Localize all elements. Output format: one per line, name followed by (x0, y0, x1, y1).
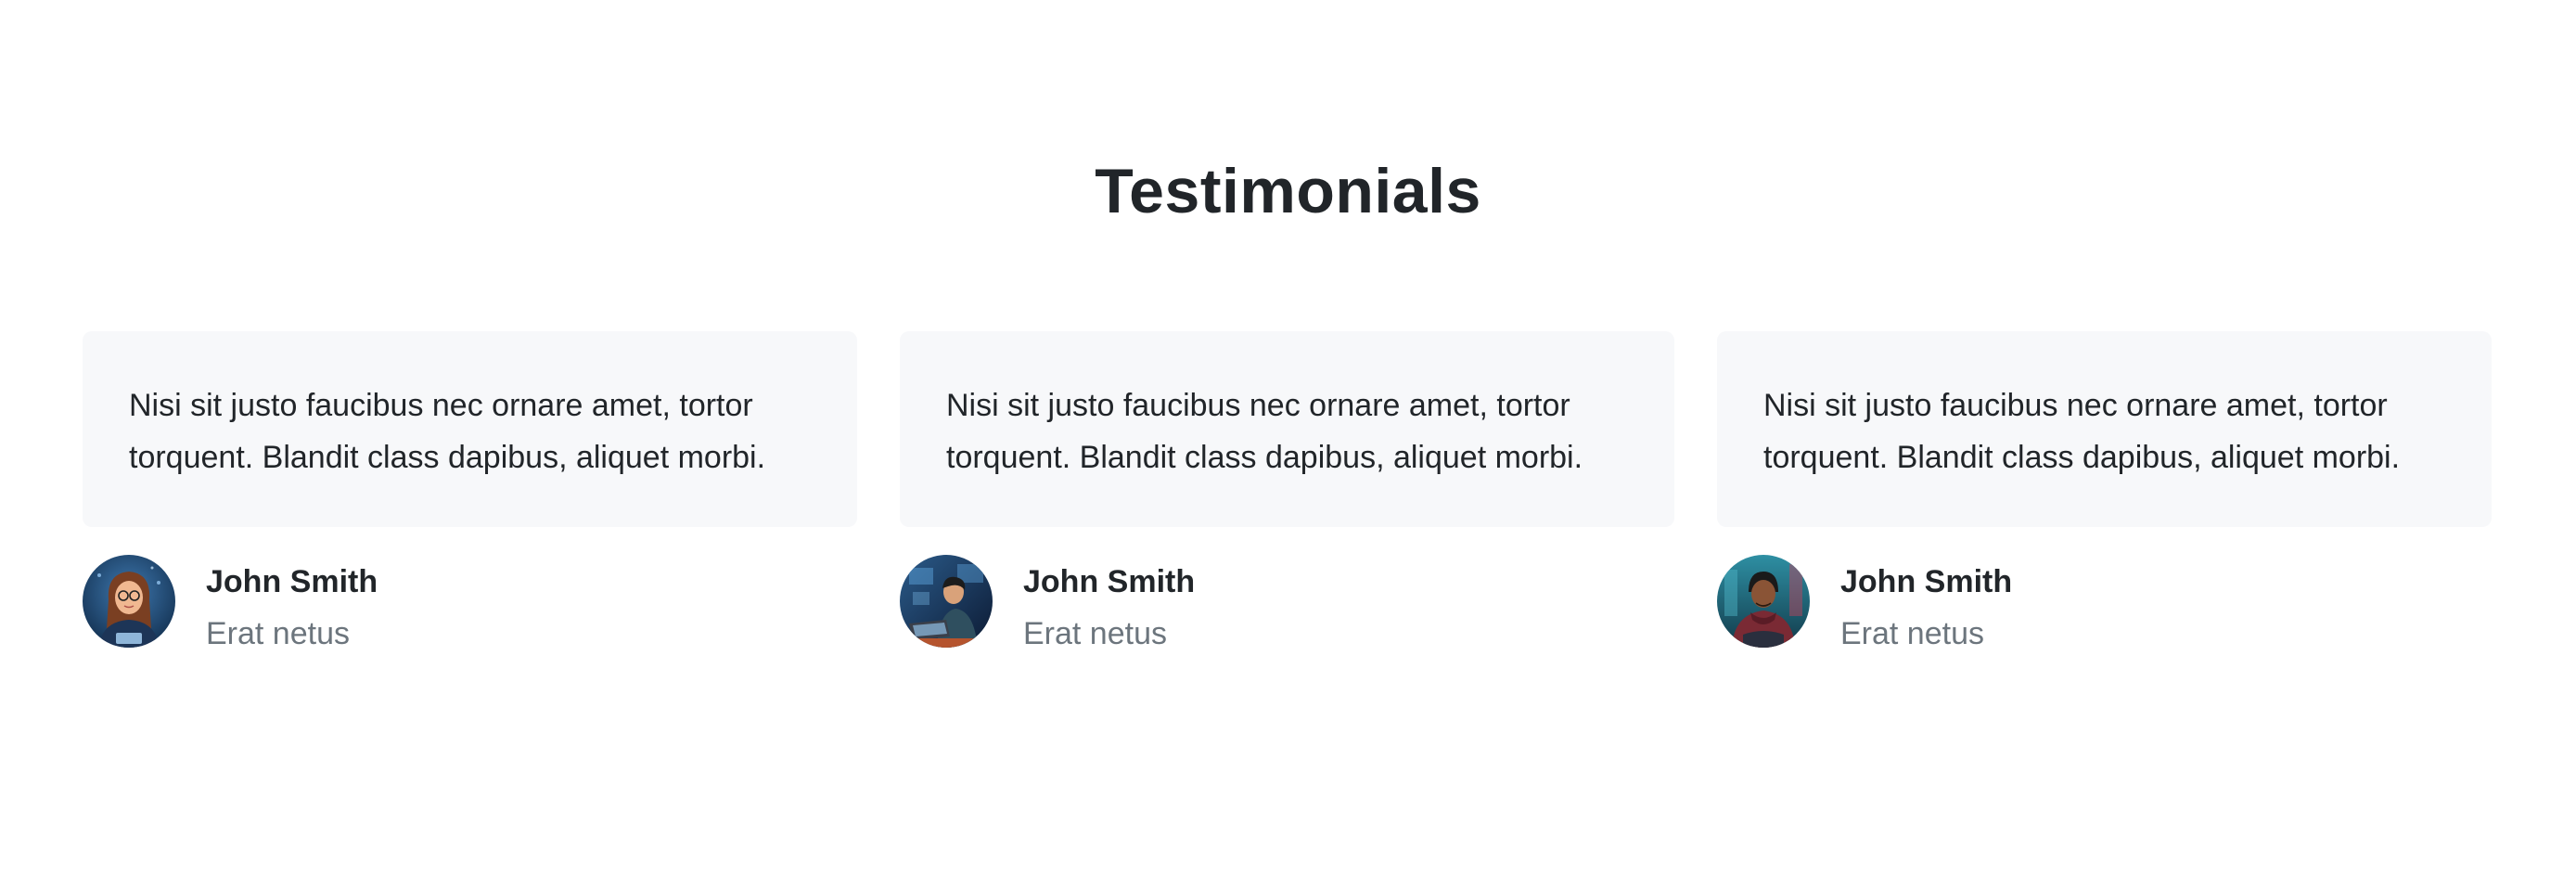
author-name: John Smith (206, 564, 378, 599)
testimonials-list: Nisi sit justo faucibus nec ornare amet,… (83, 331, 2492, 653)
author-name: John Smith (1023, 564, 1196, 599)
author: John Smith Erat netus (1717, 555, 2492, 653)
author-role: Erat netus (1840, 616, 1984, 651)
author-role: Erat netus (1023, 616, 1167, 651)
man-at-laptop-avatar (900, 555, 993, 648)
author: John Smith Erat netus (900, 555, 1674, 653)
testimonial-card: Nisi sit justo faucibus nec ornare amet,… (1717, 331, 2492, 653)
quote-text: Nisi sit justo faucibus nec ornare amet,… (129, 388, 766, 475)
quote-text: Nisi sit justo faucibus nec ornare amet,… (1763, 388, 2401, 475)
man-in-hoodie-avatar (1717, 555, 1810, 648)
author-meta: John Smith Erat netus (1840, 555, 2012, 653)
testimonial-card: Nisi sit justo faucibus nec ornare amet,… (83, 331, 857, 653)
author-role: Erat netus (206, 616, 350, 651)
testimonial-card: Nisi sit justo faucibus nec ornare amet,… (900, 331, 1674, 653)
quote-box: Nisi sit justo faucibus nec ornare amet,… (83, 331, 857, 527)
quote-text: Nisi sit justo faucibus nec ornare amet,… (946, 388, 1583, 475)
author-name: John Smith (1840, 564, 2013, 599)
author: John Smith Erat netus (83, 555, 857, 653)
quote-box: Nisi sit justo faucibus nec ornare amet,… (900, 331, 1674, 527)
author-meta: John Smith Erat netus (206, 555, 378, 653)
author-meta: John Smith Erat netus (1023, 555, 1195, 653)
section-title: Testimonials (1095, 156, 1481, 226)
woman-with-glasses-avatar (83, 555, 175, 648)
quote-box: Nisi sit justo faucibus nec ornare amet,… (1717, 331, 2492, 527)
